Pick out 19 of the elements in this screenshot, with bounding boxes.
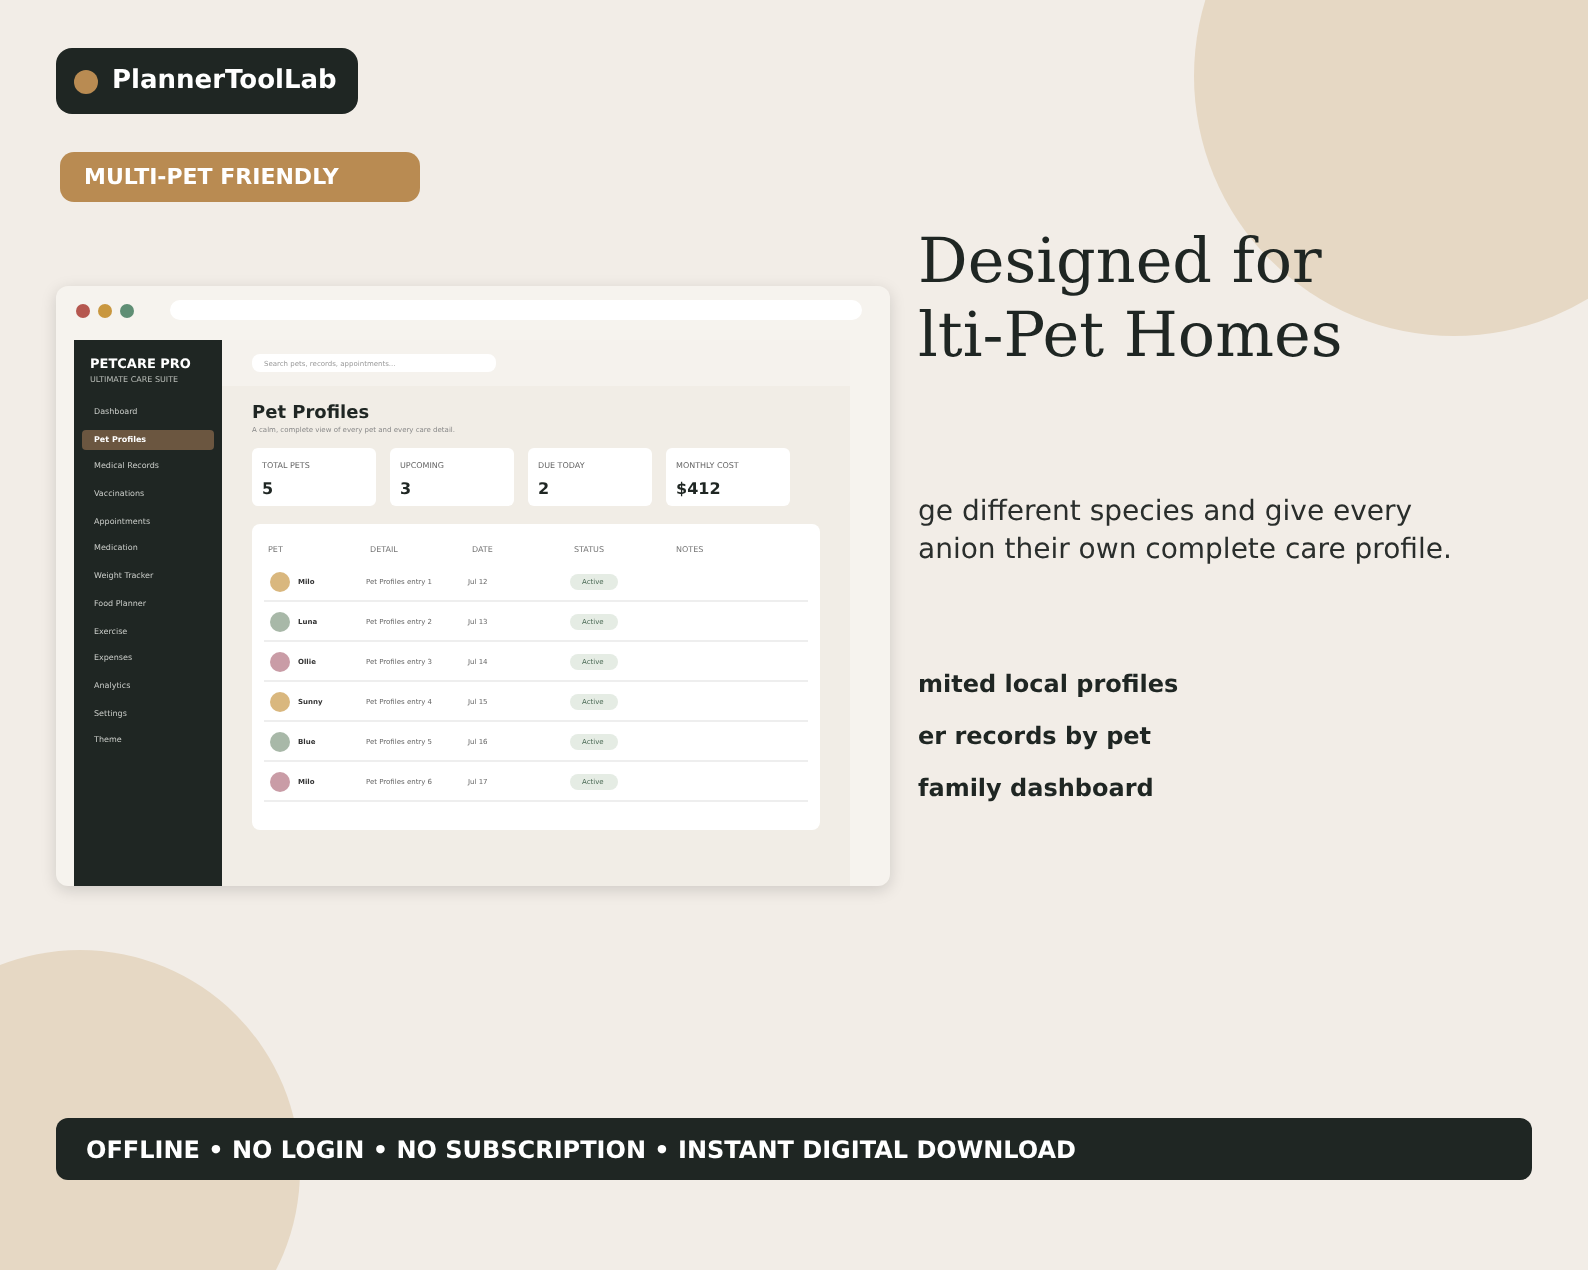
minimize-icon[interactable] xyxy=(98,303,112,317)
dot-icon xyxy=(74,69,98,93)
stat-value: 5 xyxy=(262,480,274,498)
brand-name: PlannerToolLab xyxy=(112,66,337,96)
feature-badge: MULTI-PET FRIENDLY xyxy=(60,152,420,202)
footer-banner: OFFLINE • NO LOGIN • NO SUBSCRIPTION • INSTANT DIGITAL DOWNLOAD xyxy=(56,1118,1532,1180)
headline: lti-Pet Homes xyxy=(918,300,1345,374)
description-text: anion their own complete care profile. xyxy=(918,532,1452,570)
maximize-icon[interactable] xyxy=(120,303,134,317)
feature-text: mited local profiles xyxy=(918,670,1181,698)
close-icon[interactable] xyxy=(76,303,90,317)
feature-text: family dashboard xyxy=(918,774,1156,802)
description-text: ge different species and give every xyxy=(918,494,1415,532)
stat-value: $412 xyxy=(676,480,721,498)
page-title: Pet Profiles xyxy=(252,404,372,424)
feature-text: er records by pet xyxy=(918,722,1154,750)
stat-value: 2 xyxy=(538,480,550,498)
stat-value: 3 xyxy=(400,480,412,498)
headline: Designed for xyxy=(918,226,1324,300)
